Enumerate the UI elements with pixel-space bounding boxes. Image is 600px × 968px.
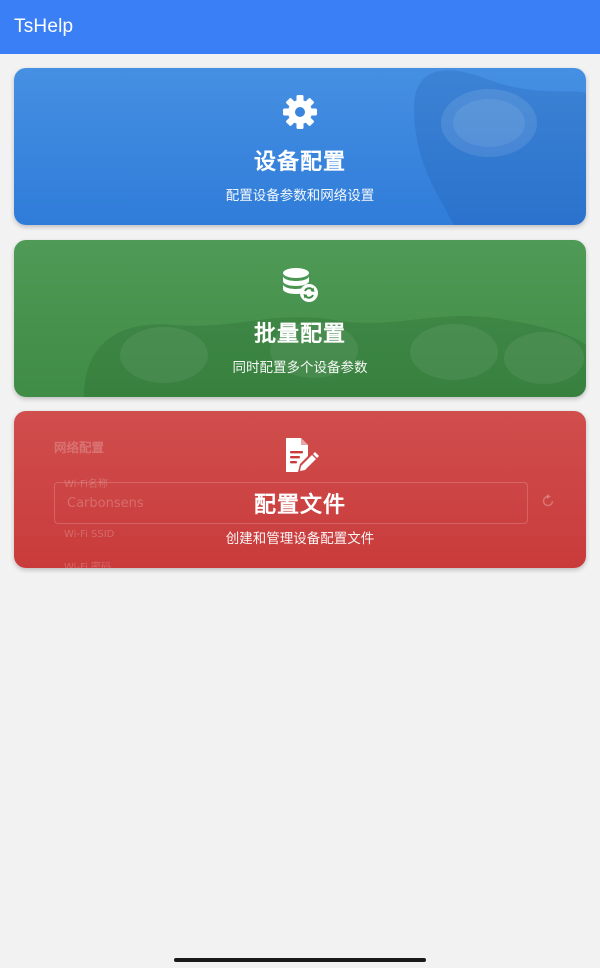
card-title: 设备配置 — [253, 150, 346, 175]
app-title: TsHelp — [14, 16, 74, 37]
device-config-card[interactable]: 设备配置 配置设备参数和网络设置 — [14, 68, 586, 225]
gear-icon — [283, 95, 317, 129]
config-file-card[interactable]: 网络配置 Wi-Fi名称 Carbonsens Wi-Fi SSID Wi-Fi… — [14, 411, 586, 568]
database-sync-icon — [283, 268, 318, 302]
batch-config-card[interactable]: 批量配置 同时配置多个设备参数 — [14, 240, 586, 397]
card-subtitle: 同时配置多个设备参数 — [232, 360, 368, 376]
card-title: 批量配置 — [253, 322, 346, 347]
card-title: 配置文件 — [253, 493, 346, 518]
file-edit-icon — [286, 438, 319, 472]
card-subtitle: 配置设备参数和网络设置 — [225, 188, 375, 204]
card-subtitle: 创建和管理设备配置文件 — [225, 531, 375, 547]
app-bar: TsHelp — [0, 0, 600, 54]
home-indicator — [174, 958, 426, 962]
